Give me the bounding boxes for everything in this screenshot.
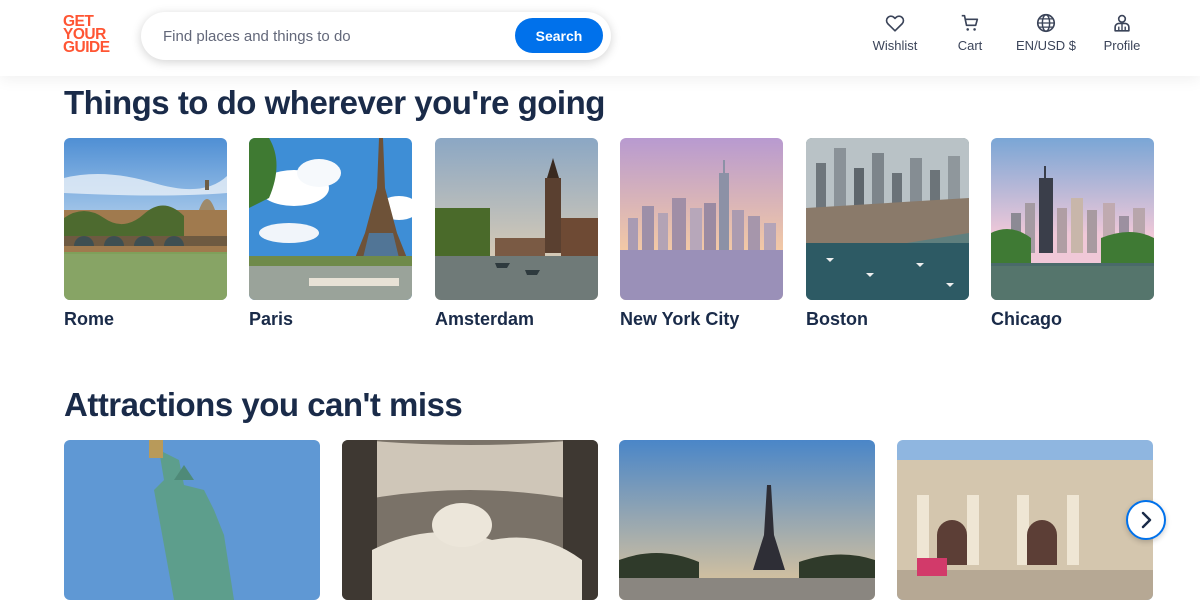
destination-name-rome: Rome [64, 309, 115, 329]
destination-card-paris[interactable]: Paris [249, 138, 412, 330]
rome-image [64, 138, 227, 300]
destinations-heading: Things to do wherever you're going [64, 84, 605, 121]
search-input[interactable] [163, 25, 493, 47]
destination-card-chicago[interactable]: Chicago [991, 138, 1154, 330]
chicago-image [991, 138, 1154, 300]
destination-name-amsterdam: Amsterdam [435, 309, 535, 329]
destination-name-new-york-city: New York City [620, 309, 740, 329]
destination-name-chicago: Chicago [991, 309, 1063, 329]
boston-image [806, 138, 969, 300]
destination-card-amsterdam[interactable]: Amsterdam [435, 138, 598, 330]
vatican-museums-image [342, 440, 598, 600]
amsterdam-image [435, 138, 598, 300]
nav-language-currency[interactable]: EN/USD $ [1014, 12, 1078, 53]
attraction-card-statue-of-liberty[interactable] [64, 440, 320, 600]
new-york-city-image [620, 138, 783, 300]
site-header: GET YOUR GUIDE Search Wishlist Cart EN/U… [0, 0, 1200, 76]
nav-profile[interactable]: Profile [1102, 12, 1142, 53]
carousel-next-button[interactable] [1126, 500, 1166, 540]
logo-line-3: GUIDE [63, 39, 110, 56]
destination-card-boston[interactable]: Boston [806, 138, 969, 330]
eiffel-tower-image [619, 440, 875, 600]
destination-card-new-york-city[interactable]: New York City [620, 138, 783, 330]
destination-name-paris: Paris [249, 309, 294, 329]
attraction-card-metropolitan-museum[interactable] [897, 440, 1153, 600]
nav-wishlist[interactable]: Wishlist [872, 12, 918, 53]
nav-wishlist-label: Wishlist [872, 38, 918, 53]
cart-icon [961, 14, 979, 31]
search-bar: Search [141, 12, 611, 60]
nav-language-label: EN/USD $ [1016, 38, 1076, 53]
metropolitan-museum-image [897, 440, 1153, 600]
search-button[interactable]: Search [515, 18, 603, 53]
heart-icon [885, 15, 905, 32]
globe-icon [1036, 13, 1056, 33]
destination-name-boston: Boston [806, 309, 868, 329]
nav-cart[interactable]: Cart [955, 12, 985, 53]
getyourguide-logo[interactable]: GET YOUR GUIDE [63, 14, 119, 56]
statue-of-liberty-image [64, 440, 320, 600]
profile-icon [1114, 14, 1130, 32]
attractions-heading: Attractions you can't miss [64, 386, 463, 423]
paris-image [249, 138, 412, 300]
nav-profile-label: Profile [1103, 38, 1141, 53]
nav-cart-label: Cart [957, 38, 983, 53]
attraction-card-eiffel-tower[interactable] [619, 440, 875, 600]
attraction-card-vatican-museums[interactable] [342, 440, 598, 600]
destination-card-rome[interactable]: Rome [64, 138, 227, 330]
chevron-right-icon [1141, 511, 1152, 529]
